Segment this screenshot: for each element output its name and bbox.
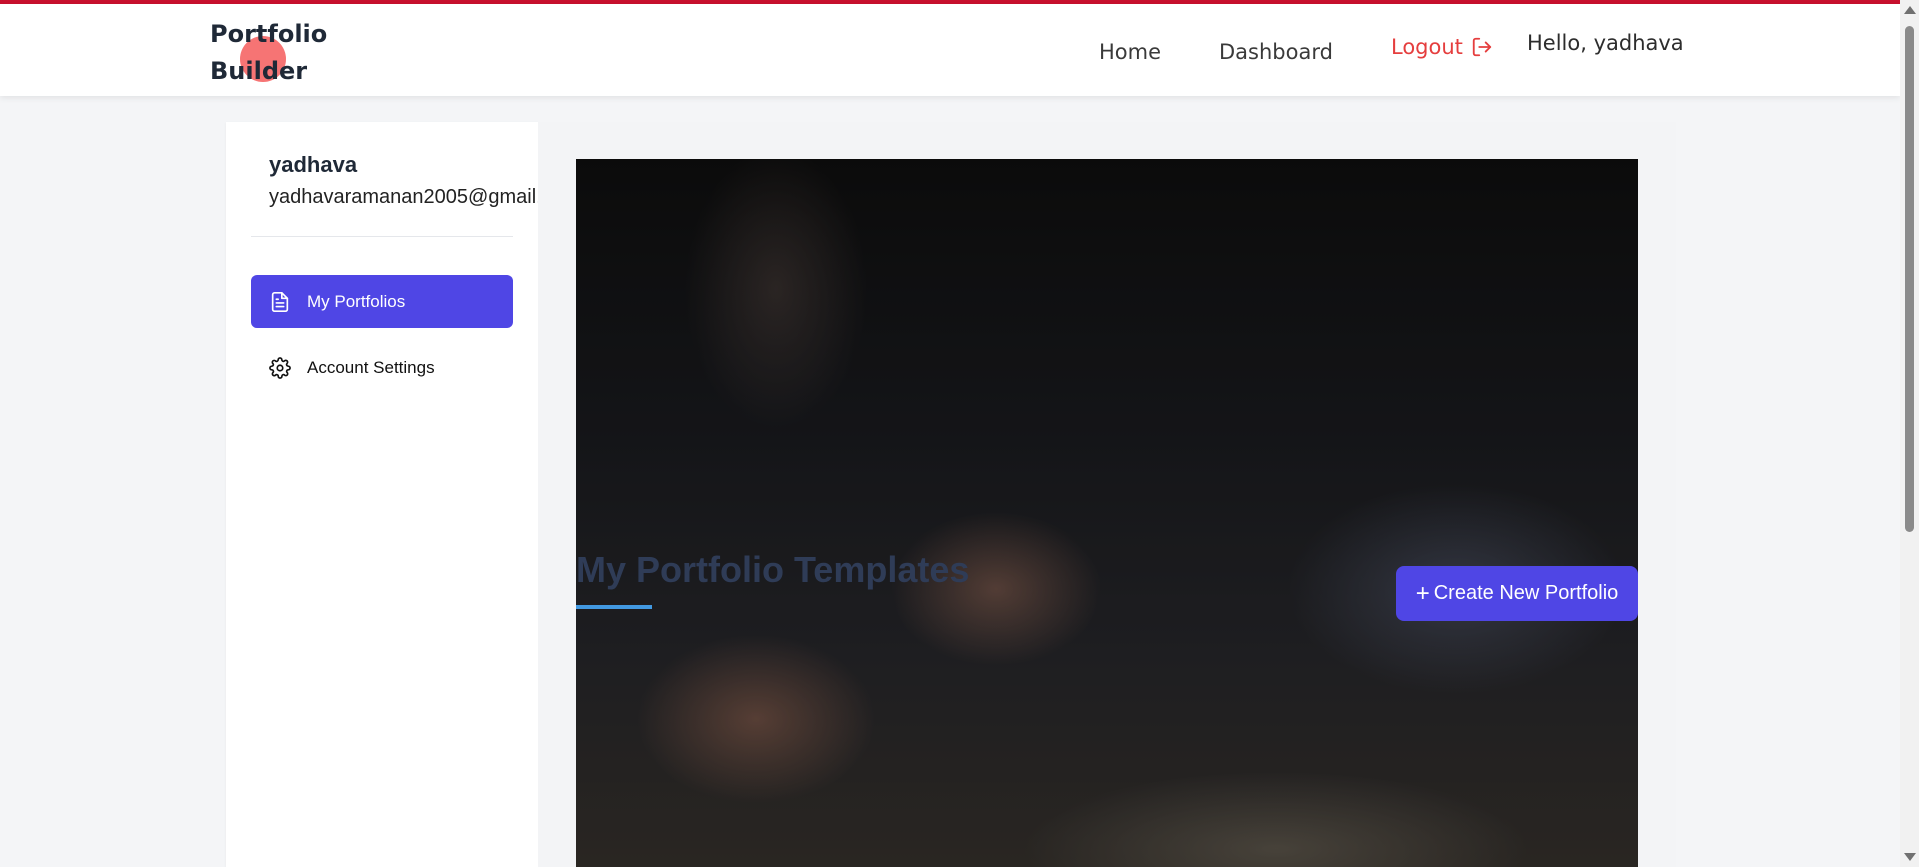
main-content: My Portfolio Templates + Create New Port…	[538, 122, 1676, 867]
sidebar-user-email: yadhavaramanan2005@gmail.com	[269, 186, 538, 208]
sidebar-divider	[251, 236, 513, 237]
user-greeting: Hello, yadhava	[1527, 31, 1684, 55]
sidebar-item-my-portfolios[interactable]: My Portfolios	[251, 275, 513, 328]
logout-link[interactable]: Logout	[1391, 35, 1493, 59]
sidebar-item-label: Account Settings	[307, 357, 435, 377]
title-underline	[576, 605, 652, 609]
brand-line-1: Portfolio	[210, 20, 328, 48]
sidebar: yadhava yadhavaramanan2005@gmail.com My …	[226, 122, 538, 867]
brand-name: Portfolio Builder	[210, 16, 327, 90]
sidebar-item-account-settings[interactable]: Account Settings	[251, 341, 513, 394]
scroll-down-arrow-icon[interactable]	[1904, 853, 1916, 861]
navbar: Portfolio Builder Home Dashboard Logout …	[0, 4, 1900, 96]
page-scrollbar[interactable]	[1900, 0, 1919, 867]
sidebar-user-name: yadhava	[269, 152, 358, 177]
create-new-portfolio-button[interactable]: + Create New Portfolio	[1396, 566, 1638, 621]
page-title: My Portfolio Templates	[576, 549, 970, 590]
logout-icon	[1472, 37, 1492, 57]
hero-overlay	[576, 159, 1638, 867]
sidebar-item-label: My Portfolios	[307, 291, 406, 311]
gear-icon	[269, 356, 291, 379]
brand-logo[interactable]: Portfolio Builder	[210, 16, 327, 90]
document-icon	[271, 291, 289, 312]
nav-dashboard-link[interactable]: Dashboard	[1219, 40, 1333, 64]
scroll-up-arrow-icon[interactable]	[1904, 6, 1916, 14]
brand-line-2: Builder	[210, 57, 308, 85]
scrollbar-thumb[interactable]	[1905, 26, 1914, 532]
logout-label: Logout	[1391, 35, 1463, 59]
create-button-label: Create New Portfolio	[1433, 582, 1619, 604]
hero-background-image: My Portfolio Templates + Create New Port…	[576, 159, 1638, 867]
nav-home-link[interactable]: Home	[1099, 40, 1161, 64]
plus-icon: +	[1415, 579, 1430, 607]
